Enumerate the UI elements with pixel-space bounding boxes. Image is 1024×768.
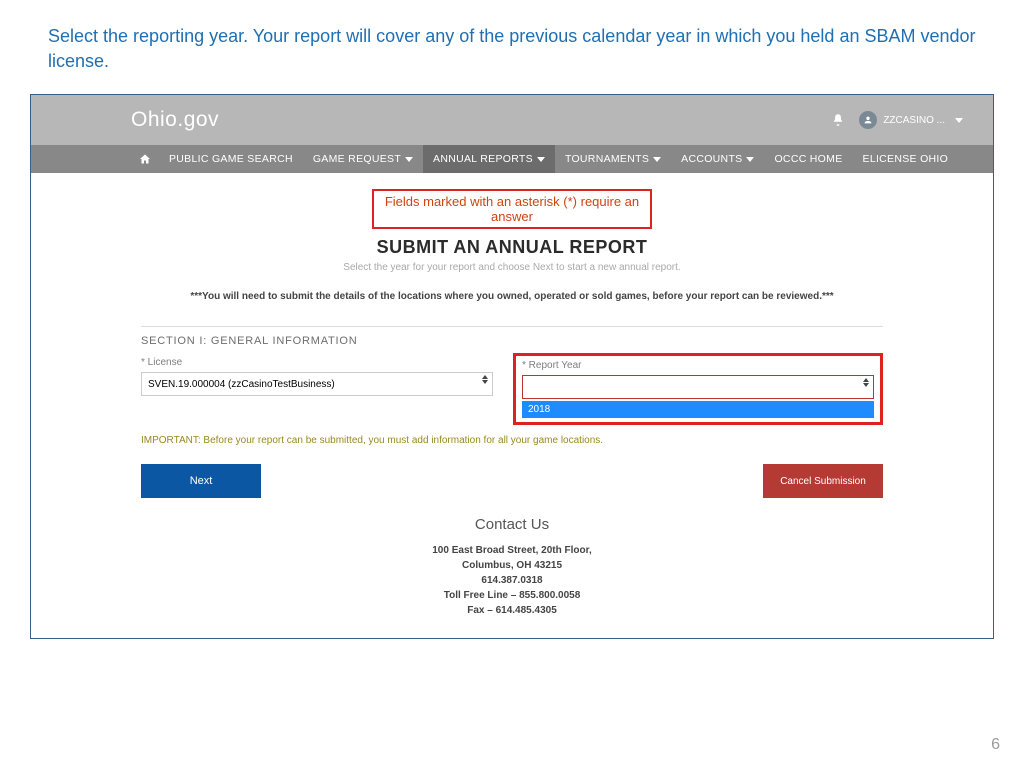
contact-block: Contact Us 100 East Broad Street, 20th F…	[61, 516, 963, 618]
chevron-down-icon	[405, 157, 413, 162]
button-row: Next Cancel Submission	[141, 464, 883, 498]
spinner-icon	[482, 375, 488, 384]
chevron-down-icon	[537, 157, 545, 162]
contact-line: Columbus, OH 43215	[61, 558, 963, 573]
brand-logo: Ohio.gov	[131, 108, 219, 132]
nav-occc-home[interactable]: OCCC HOME	[764, 145, 852, 173]
page-title: SUBMIT AN ANNUAL REPORT	[61, 237, 963, 258]
nav-accounts[interactable]: ACCOUNTS	[671, 145, 764, 173]
section-heading: SECTION I: GENERAL INFORMATION	[141, 335, 883, 347]
chevron-down-icon	[746, 157, 754, 162]
nav-label: OCCC HOME	[774, 153, 842, 165]
nav-game-request[interactable]: GAME REQUEST	[303, 145, 423, 173]
nav-label: TOURNAMENTS	[565, 153, 649, 165]
license-select[interactable]: SVEN.19.000004 (zzCasinoTestBusiness)	[141, 372, 493, 396]
page-content: Fields marked with an asterisk (*) requi…	[31, 173, 993, 638]
license-field: * License SVEN.19.000004 (zzCasinoTestBu…	[141, 357, 493, 396]
license-label: * License	[141, 357, 493, 368]
chevron-down-icon	[653, 157, 661, 162]
page-subtitle: Select the year for your report and choo…	[61, 262, 963, 273]
required-fields-note: Fields marked with an asterisk (*) requi…	[372, 189, 652, 229]
spinner-icon	[863, 378, 869, 387]
report-year-field: * Report Year 2018	[513, 353, 883, 425]
app-frame: Ohio.gov ZZCASINO ... PUBLIC GAME SEARCH…	[30, 94, 994, 639]
nav-label: ELICENSE OHIO	[863, 153, 949, 165]
warning-note: ***You will need to submit the details o…	[61, 291, 963, 302]
user-label: ZZCASINO ...	[883, 115, 945, 126]
license-value: SVEN.19.000004 (zzCasinoTestBusiness)	[148, 379, 335, 390]
divider	[141, 326, 883, 327]
nav-tournaments[interactable]: TOURNAMENTS	[555, 145, 671, 173]
report-year-select[interactable]	[522, 375, 874, 399]
user-menu[interactable]: ZZCASINO ...	[859, 111, 963, 129]
next-button[interactable]: Next	[141, 464, 261, 498]
top-bar: Ohio.gov ZZCASINO ...	[31, 95, 993, 145]
contact-line: Toll Free Line – 855.800.0058	[61, 588, 963, 603]
report-year-option[interactable]: 2018	[522, 401, 874, 418]
contact-line: 614.387.0318	[61, 573, 963, 588]
nav-label: ANNUAL REPORTS	[433, 153, 533, 165]
nav-bar: PUBLIC GAME SEARCH GAME REQUEST ANNUAL R…	[31, 145, 993, 173]
slide-instruction: Select the reporting year. Your report w…	[0, 0, 1024, 86]
contact-heading: Contact Us	[61, 516, 963, 533]
chevron-down-icon	[955, 118, 963, 123]
avatar-icon	[859, 111, 877, 129]
important-note: IMPORTANT: Before your report can be sub…	[141, 435, 883, 446]
notifications-icon[interactable]	[831, 113, 845, 127]
home-icon[interactable]	[131, 145, 159, 173]
nav-label: ACCOUNTS	[681, 153, 742, 165]
nav-elicense-ohio[interactable]: ELICENSE OHIO	[853, 145, 959, 173]
page-number: 6	[991, 736, 1000, 754]
section-general-info: SECTION I: GENERAL INFORMATION * License…	[141, 326, 883, 425]
nav-public-game-search[interactable]: PUBLIC GAME SEARCH	[159, 145, 303, 173]
nav-label: GAME REQUEST	[313, 153, 401, 165]
contact-line: Fax – 614.485.4305	[61, 603, 963, 618]
nav-annual-reports[interactable]: ANNUAL REPORTS	[423, 145, 555, 173]
nav-label: PUBLIC GAME SEARCH	[169, 153, 293, 165]
cancel-submission-button[interactable]: Cancel Submission	[763, 464, 883, 498]
report-year-label: * Report Year	[522, 360, 874, 371]
contact-line: 100 East Broad Street, 20th Floor,	[61, 543, 963, 558]
